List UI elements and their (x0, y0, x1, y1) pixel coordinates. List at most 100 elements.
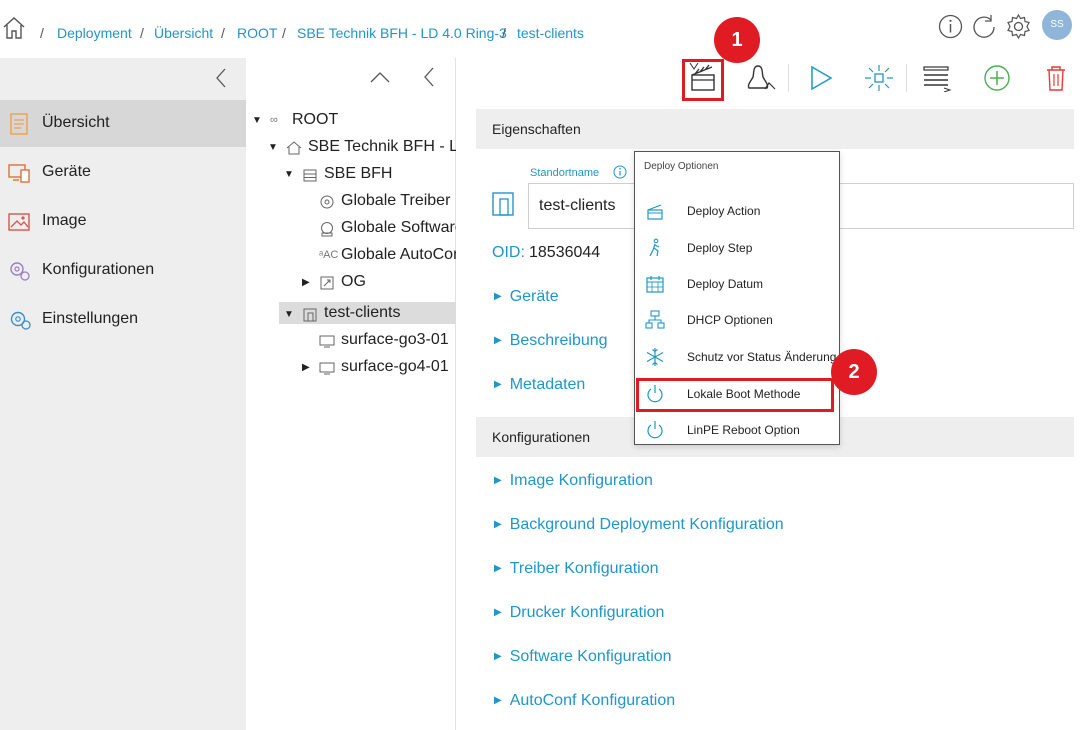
home-icon[interactable] (2, 16, 26, 40)
expand-arrow-icon: ▶ (494, 519, 502, 530)
tree-node-test-clients[interactable]: test-clients (324, 302, 400, 324)
menu-item-schutz-status[interactable]: Schutz vor Status Änderung (635, 339, 839, 375)
sidebar-item-image[interactable]: Image (0, 198, 246, 245)
section-background-deployment[interactable]: ▶ Background Deployment Konfiguration (494, 516, 784, 534)
sidebar-item-konfigurationen[interactable]: Konfigurationen (0, 247, 246, 294)
breadcrumb-test-clients[interactable]: test-clients (517, 25, 584, 41)
collapse-sidebar-icon[interactable] (214, 67, 228, 89)
section-software-konfiguration[interactable]: ▶ Software Konfiguration (494, 648, 672, 666)
info-icon[interactable] (938, 14, 963, 39)
section-drucker-konfiguration[interactable]: ▶ Drucker Konfiguration (494, 604, 664, 622)
tree-node-root[interactable]: ROOT (292, 109, 338, 131)
tree-node-surface-go4-01[interactable]: surface-go4-01 (341, 356, 449, 378)
breadcrumb-uebersicht[interactable]: Übersicht (154, 25, 213, 41)
info-icon[interactable] (613, 165, 627, 179)
sidebar-item-label: Image (42, 212, 87, 229)
refresh-icon[interactable] (971, 14, 997, 39)
clapperboard-icon (647, 204, 663, 220)
linux-icon[interactable] (745, 63, 777, 93)
section-beschreibung[interactable]: ▶ Beschreibung (494, 332, 608, 350)
sidebar-item-label: Einstellungen (42, 310, 139, 327)
top-bar: / Deployment / Übersicht / ROOT / SBE Te… (0, 0, 1080, 58)
driver-icon (320, 195, 334, 209)
sidebar-item-label: Konfigurationen (42, 261, 155, 278)
focus-icon[interactable] (864, 64, 894, 92)
image-icon (8, 213, 30, 231)
expand-caret-icon[interactable]: ▼ (252, 115, 262, 126)
menu-item-deploy-step[interactable]: Deploy Step (635, 230, 839, 266)
configurations-title: Konfigurationen (492, 429, 591, 445)
gear-icon[interactable] (1005, 13, 1032, 40)
tree-node-globale-autoconf[interactable]: Globale AutoConf (341, 244, 456, 266)
menu-item-linpe-reboot[interactable]: LinPE Reboot Option (635, 412, 839, 448)
expand-arrow-icon: ▶ (494, 563, 502, 574)
breadcrumb-separator: / (221, 25, 225, 41)
sidebar-item-geraete[interactable]: Geräte (0, 149, 246, 196)
expand-arrow-icon: ▶ (494, 291, 502, 302)
sidebar: Übersicht Geräte Image Konfigurationen E… (0, 58, 246, 730)
highlight-box-lokale-boot (636, 378, 834, 412)
tree-node-og[interactable]: OG (341, 271, 366, 293)
expand-arrow-icon: ▶ (494, 379, 502, 390)
floor-icon (320, 276, 334, 290)
autoconf-icon: ᵃAC (319, 249, 339, 261)
breadcrumb-sbe-technik[interactable]: SBE Technik BFH - LD 4.0 Ring-3 (297, 25, 507, 41)
menu-title: Deploy Optionen (644, 161, 719, 172)
trash-icon[interactable] (1044, 64, 1068, 92)
oid-label: OID: (492, 244, 525, 261)
breadcrumb-separator: / (40, 25, 44, 41)
expand-caret-icon[interactable]: ▶ (302, 362, 310, 373)
home-icon (286, 141, 302, 155)
location-label: Standortname (530, 167, 600, 179)
menu-item-deploy-datum[interactable]: Deploy Datum (635, 266, 839, 302)
annotation-badge-1: 1 (714, 17, 760, 63)
list-icon[interactable] (922, 64, 952, 92)
tree-node-globale-treiber[interactable]: Globale Treiber (341, 190, 450, 212)
room-icon (492, 192, 514, 216)
breadcrumb-separator: / (140, 25, 144, 41)
network-icon (645, 310, 665, 329)
location-input-value: test-clients (539, 197, 616, 214)
device-icon (319, 335, 335, 348)
sidebar-item-einstellungen[interactable]: Einstellungen (0, 296, 246, 343)
calendar-icon (646, 276, 664, 293)
sidebar-item-uebersicht[interactable]: Übersicht (0, 100, 246, 147)
expand-arrow-icon: ▶ (494, 651, 502, 662)
room-icon (303, 308, 317, 322)
toolbar-divider (788, 64, 789, 92)
toolbar-divider (906, 64, 907, 92)
power-icon (647, 421, 663, 439)
play-icon[interactable] (808, 64, 834, 92)
breadcrumb-root[interactable]: ROOT (237, 25, 277, 41)
devices-icon (8, 164, 30, 183)
menu-item-deploy-action[interactable]: Deploy Action (635, 193, 839, 229)
annotation-badge-2: 2 (831, 349, 877, 395)
section-metadaten[interactable]: ▶ Metadaten (494, 376, 585, 394)
expand-caret-icon[interactable]: ▼ (268, 142, 278, 153)
section-image-konfiguration[interactable]: ▶ Image Konfiguration (494, 472, 653, 490)
tree-node-sbe-technik[interactable]: SBE Technik BFH - LD 4.0 Ring-3 (308, 136, 456, 158)
device-icon (319, 362, 335, 375)
properties-header: Eigenschaften (476, 109, 1074, 149)
add-icon[interactable] (983, 64, 1011, 92)
user-avatar[interactable]: SS (1042, 10, 1072, 40)
properties-title: Eigenschaften (492, 121, 581, 137)
expand-caret-icon[interactable]: ▼ (284, 309, 294, 320)
tree-node-surface-go3-01[interactable]: surface-go3-01 (341, 329, 449, 351)
oid-value: 18536044 (529, 244, 601, 261)
toolbar (246, 58, 1080, 98)
sidebar-item-label: Geräte (42, 163, 91, 180)
tree-node-sbe-bfh[interactable]: SBE BFH (324, 163, 392, 185)
section-treiber-konfiguration[interactable]: ▶ Treiber Konfiguration (494, 560, 659, 578)
expand-arrow-icon: ▶ (494, 335, 502, 346)
menu-item-dhcp-optionen[interactable]: DHCP Optionen (635, 302, 839, 338)
section-geraete[interactable]: ▶ Geräte (494, 288, 559, 306)
building-icon (303, 169, 317, 182)
expand-arrow-icon: ▶ (494, 607, 502, 618)
expand-caret-icon[interactable]: ▼ (284, 169, 294, 180)
expand-caret-icon[interactable]: ▶ (302, 277, 310, 288)
section-autoconf-konfiguration[interactable]: ▶ AutoConf Konfiguration (494, 692, 675, 710)
tree-node-globale-software[interactable]: Globale Software (341, 217, 456, 239)
breadcrumb-deployment[interactable]: Deployment (57, 25, 132, 41)
tree: ▼ ∞ ROOT ▼ SBE Technik BFH - LD 4.0 Ring… (246, 98, 456, 730)
